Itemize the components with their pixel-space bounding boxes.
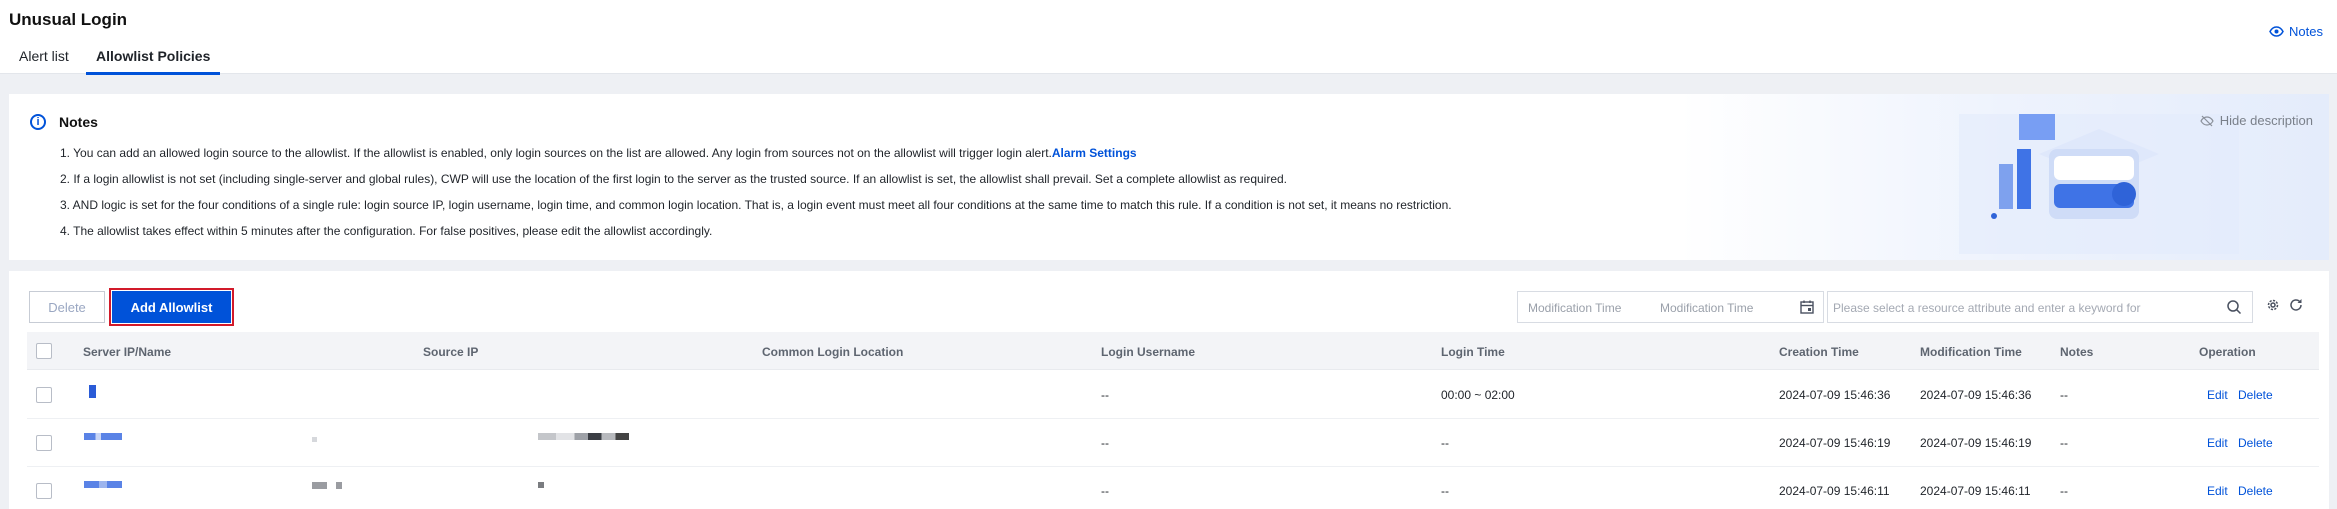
select-all-checkbox[interactable] <box>36 343 52 359</box>
server-illustration <box>1959 114 2239 254</box>
col-server-ip: Server IP/Name <box>83 345 172 359</box>
redacted-login-location <box>538 482 544 488</box>
notes-heading-label: Notes <box>59 114 98 130</box>
login-time: 00:00 ~ 02:00 <box>1441 388 1515 402</box>
tab-allowlist-policies[interactable]: Allowlist Policies <box>86 48 221 75</box>
info-icon: i <box>30 114 46 130</box>
notes-cell: -- <box>2060 388 2068 402</box>
note-line-4: 4. The allowlist takes effect within 5 m… <box>60 224 713 238</box>
col-creation-time: Creation Time <box>1779 345 1859 359</box>
edit-link[interactable]: Edit <box>2207 388 2228 402</box>
modification-time: 2024-07-09 15:46:11 <box>1920 484 2031 498</box>
delete-button[interactable]: Delete <box>29 291 105 323</box>
refresh-icon[interactable] <box>2288 297 2304 313</box>
tab-alert-list[interactable]: Alert list <box>19 48 69 74</box>
date-start-input[interactable]: Modification Time <box>1528 301 1621 315</box>
col-operation: Operation <box>2199 345 2256 359</box>
notes-heading: i Notes <box>30 114 98 130</box>
page-header: Unusual Login Notes Alert list Allowlist… <box>0 0 2337 75</box>
delete-link[interactable]: Delete <box>2238 388 2273 402</box>
table-row: -- -- 2024-07-09 15:46:11 2024-07-09 15:… <box>27 467 2319 509</box>
page-title: Unusual Login <box>9 10 128 29</box>
creation-time: 2024-07-09 15:46:11 <box>1779 484 1890 498</box>
eye-off-icon <box>2200 115 2214 126</box>
redacted-login-location <box>538 433 629 440</box>
delete-link[interactable]: Delete <box>2238 436 2273 450</box>
note-line-1-text: 1. You can add an allowed login source t… <box>60 146 1052 160</box>
search-input[interactable] <box>1833 298 2213 318</box>
redacted-source-ip <box>312 482 342 489</box>
search-icon[interactable] <box>2226 299 2242 315</box>
edit-link[interactable]: Edit <box>2207 436 2228 450</box>
note-line-3: 3. AND logic is set for the four conditi… <box>60 198 1452 212</box>
login-username: -- <box>1101 388 1109 402</box>
hide-description-label: Hide description <box>2219 113 2313 128</box>
creation-time: 2024-07-09 15:46:36 <box>1779 388 1891 402</box>
add-allowlist-button[interactable]: Add Allowlist <box>109 288 234 326</box>
redacted-server-ip[interactable] <box>89 385 96 398</box>
notes-link[interactable]: Notes <box>2269 24 2323 39</box>
col-notes: Notes <box>2060 345 2094 359</box>
login-time: -- <box>1441 484 1449 498</box>
alarm-settings-link[interactable]: Alarm Settings <box>1052 146 1137 160</box>
delete-link[interactable]: Delete <box>2238 484 2273 498</box>
table-row: -- 00:00 ~ 02:00 2024-07-09 15:46:36 202… <box>27 371 2319 419</box>
gear-icon[interactable] <box>2265 297 2281 313</box>
col-source-ip: Source IP <box>423 345 479 359</box>
notes-panel: i Notes 1. You can add an allowed login … <box>9 94 2329 260</box>
calendar-icon <box>1800 300 1814 314</box>
row-checkbox[interactable] <box>36 387 52 403</box>
modification-time: 2024-07-09 15:46:19 <box>1920 436 2032 450</box>
login-username: -- <box>1101 436 1109 450</box>
row-checkbox[interactable] <box>36 435 52 451</box>
hide-description-button[interactable]: Hide description <box>2200 113 2313 128</box>
col-common-login-location: Common Login Location <box>762 345 904 359</box>
table-header: Server IP/Name Source IP Common Login Lo… <box>27 332 2319 370</box>
date-end-input[interactable]: Modification Time <box>1660 301 1753 315</box>
modification-time: 2024-07-09 15:46:36 <box>1920 388 2032 402</box>
col-login-time: Login Time <box>1441 345 1505 359</box>
row-checkbox[interactable] <box>36 483 52 499</box>
redacted-server-ip[interactable] <box>84 481 122 488</box>
col-login-username: Login Username <box>1101 345 1196 359</box>
notes-cell: -- <box>2060 436 2068 450</box>
col-modification-time: Modification Time <box>1920 345 2022 359</box>
note-line-2: 2. If a login allowlist is not set (incl… <box>60 172 1288 186</box>
login-time: -- <box>1441 436 1449 450</box>
notes-cell: -- <box>2060 484 2068 498</box>
search-box[interactable] <box>1827 291 2253 323</box>
eye-icon <box>2269 26 2284 37</box>
edit-link[interactable]: Edit <box>2207 484 2228 498</box>
redacted-server-ip[interactable] <box>84 433 122 440</box>
note-line-1: 1. You can add an allowed login source t… <box>60 146 1137 160</box>
modification-time-range[interactable]: Modification Time Modification Time <box>1517 291 1824 323</box>
redacted-source-ip <box>312 437 317 442</box>
allowlist-panel: Delete Add Allowlist Modification Time M… <box>9 271 2329 509</box>
notes-link-label: Notes <box>2289 24 2323 39</box>
table-row: -- -- 2024-07-09 15:46:19 2024-07-09 15:… <box>27 419 2319 467</box>
login-username: -- <box>1101 484 1109 498</box>
creation-time: 2024-07-09 15:46:19 <box>1779 436 1891 450</box>
